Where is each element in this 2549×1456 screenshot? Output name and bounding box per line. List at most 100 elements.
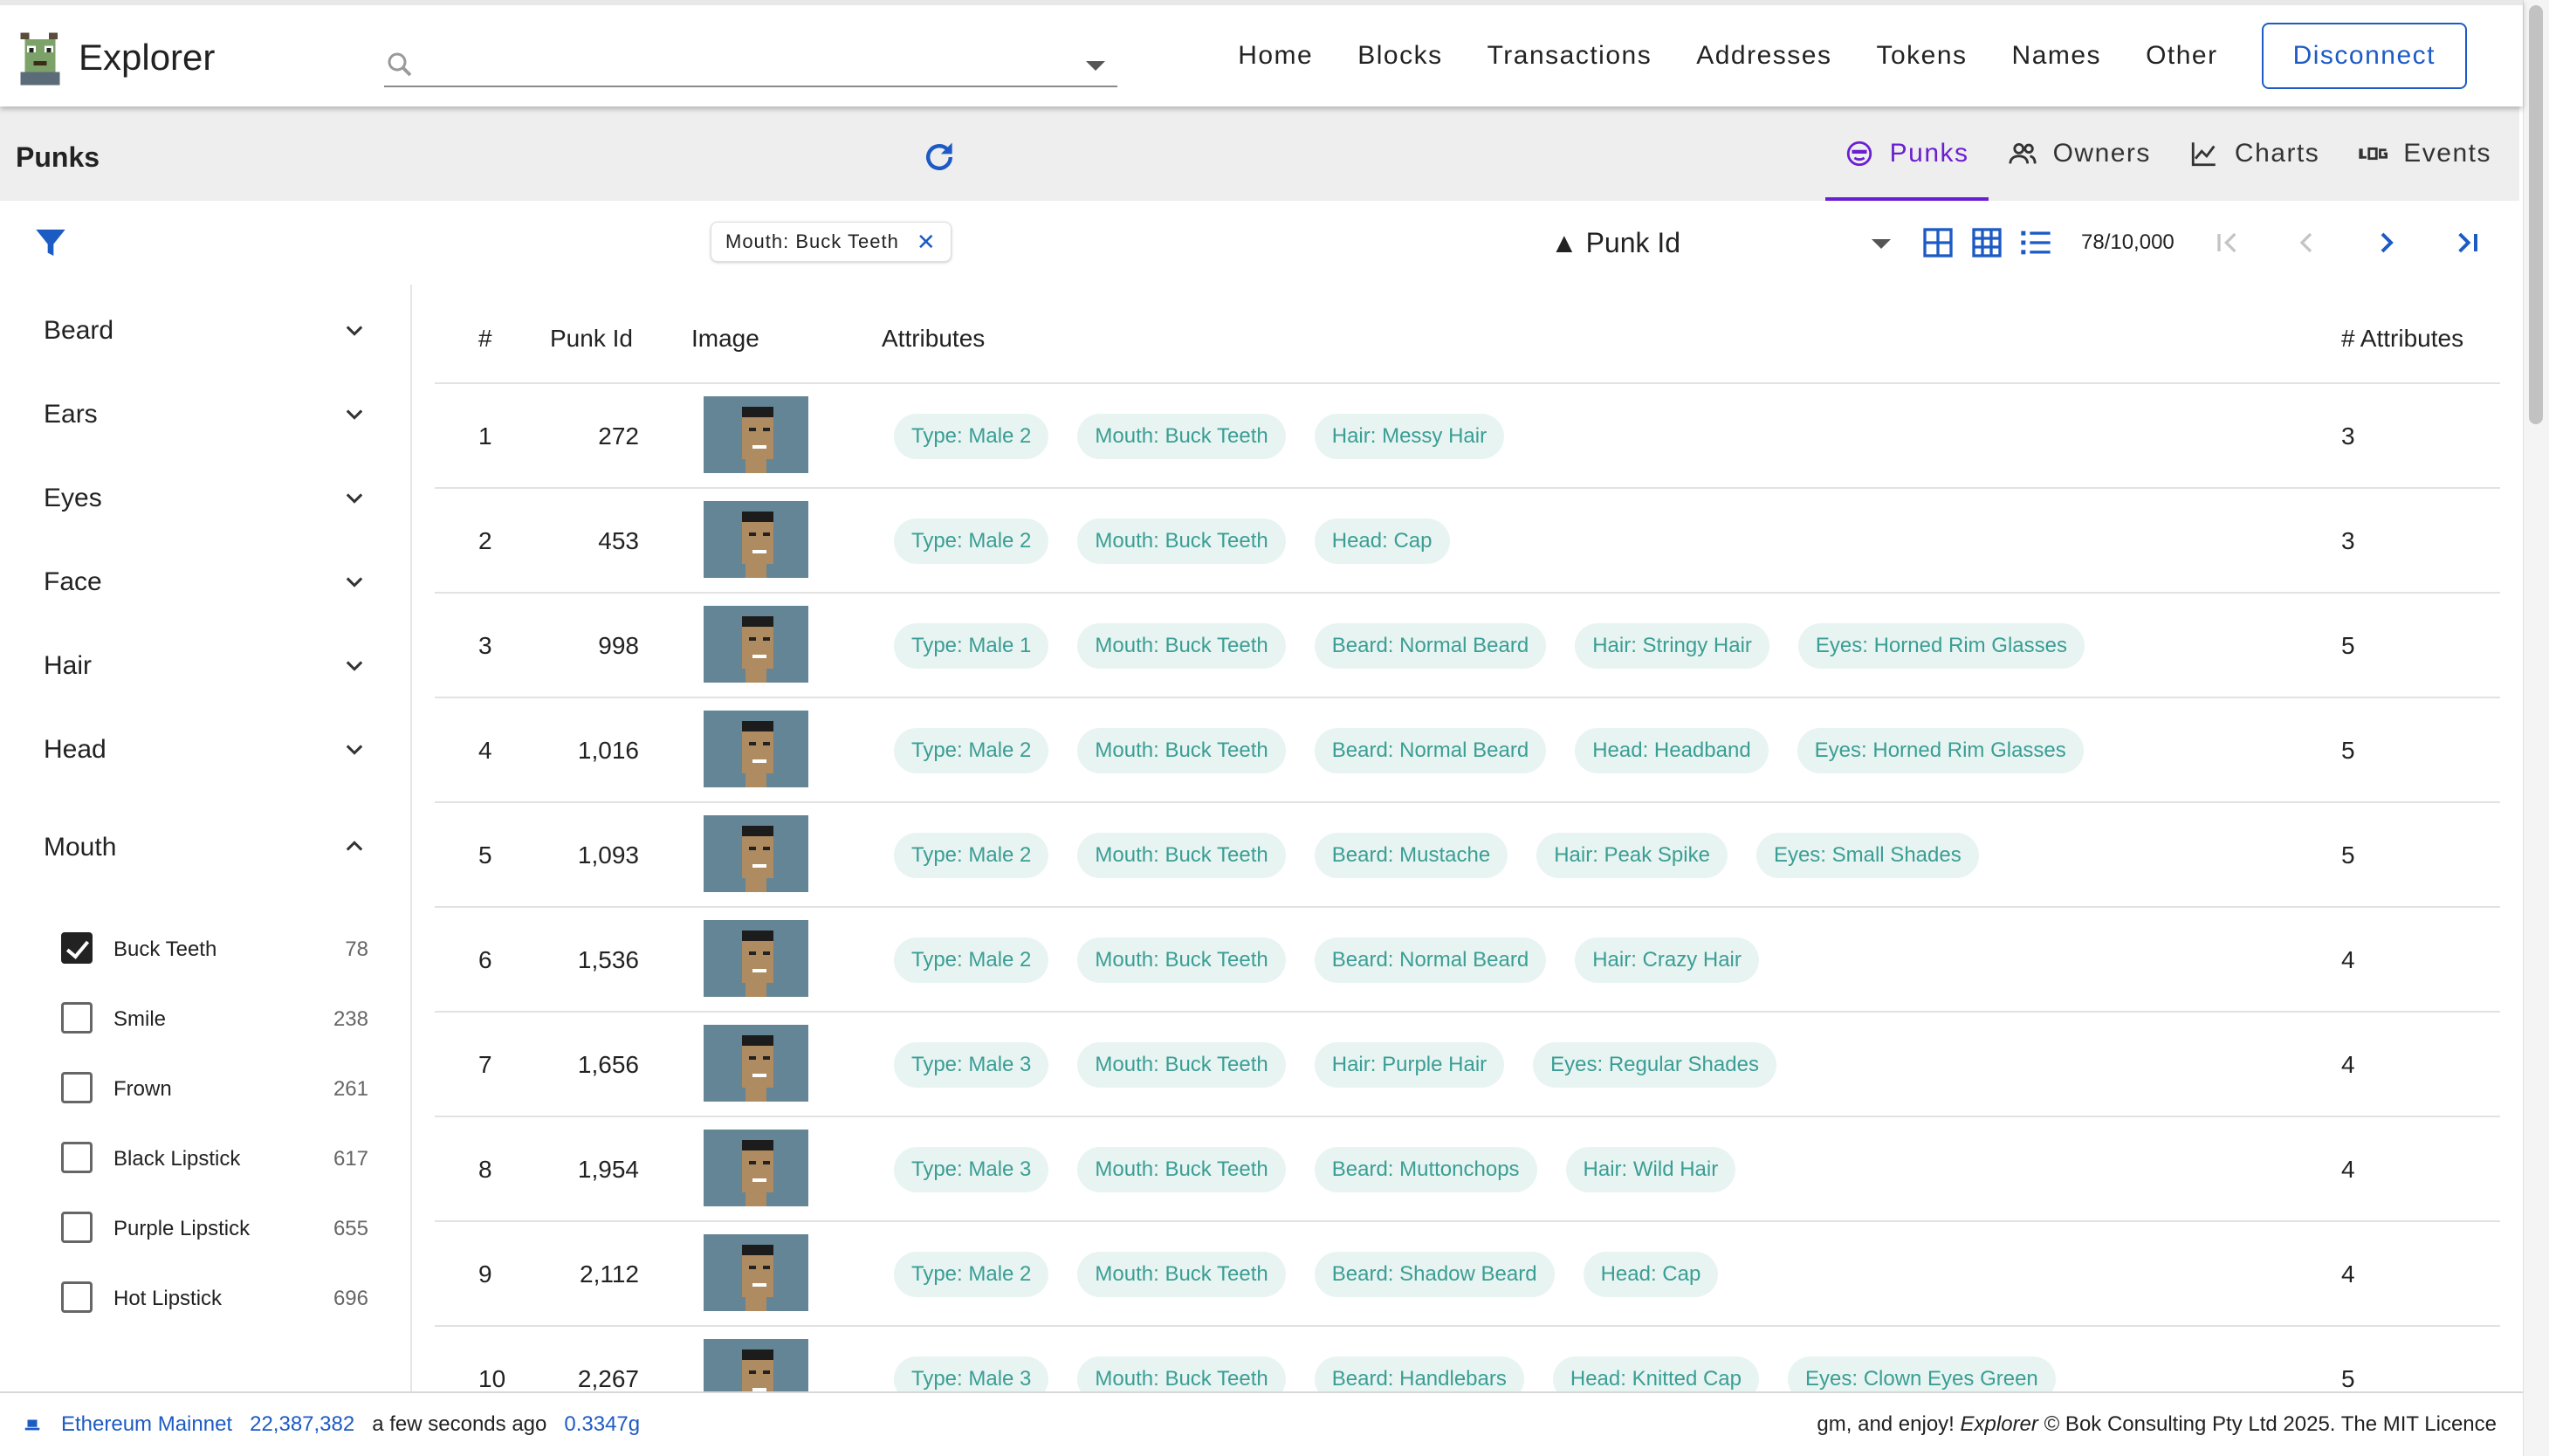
attribute-chip[interactable]: Type: Male 3 <box>894 1356 1049 1391</box>
punk-image[interactable] <box>704 606 808 683</box>
punk-image[interactable] <box>704 711 808 787</box>
punk-image[interactable] <box>704 920 808 997</box>
punk-image[interactable] <box>704 815 808 892</box>
previous-page-icon[interactable] <box>2289 225 2324 260</box>
attribute-chip[interactable]: Hair: Stringy Hair <box>1575 623 1769 669</box>
nav-transactions[interactable]: Transactions <box>1487 41 1652 71</box>
table-row[interactable]: 10 2,267 Type: Male 3 Mouth: Buck Teeth Bear… <box>435 1327 2500 1391</box>
attribute-chip[interactable]: Mouth: Buck Teeth <box>1077 519 1286 564</box>
attribute-chip[interactable]: Mouth: Buck Teeth <box>1077 1042 1286 1088</box>
filter-option-smile[interactable]: Smile 238 <box>61 1000 368 1039</box>
attribute-chip[interactable]: Mouth: Buck Teeth <box>1077 833 1286 878</box>
attribute-chip[interactable]: Beard: Mustache <box>1314 833 1508 878</box>
column-header-index[interactable]: # <box>478 325 492 353</box>
attribute-chip[interactable]: Beard: Normal Beard <box>1314 623 1547 669</box>
filter-group-beard[interactable]: Beard <box>44 307 367 351</box>
search-box[interactable] <box>384 44 1117 87</box>
attribute-chip[interactable]: Hair: Peak Spike <box>1536 833 1728 878</box>
filter-group-face[interactable]: Face <box>44 559 367 602</box>
checkbox[interactable] <box>61 1002 93 1034</box>
checkbox[interactable] <box>61 1212 93 1243</box>
attribute-chip[interactable]: Eyes: Small Shades <box>1755 833 1979 878</box>
filter-option-buck-teeth[interactable]: Buck Teeth 78 <box>61 931 368 969</box>
app-title[interactable]: Explorer <box>79 37 215 79</box>
row-punk-id[interactable]: 1,656 <box>550 1051 639 1079</box>
vertical-scrollbar[interactable] <box>2523 0 2549 1456</box>
attribute-chip[interactable]: Head: Cap <box>1583 1252 1719 1297</box>
row-punk-id[interactable]: 998 <box>550 632 639 660</box>
search-dropdown-icon[interactable] <box>1086 61 1105 71</box>
attribute-chip[interactable]: Beard: Shadow Beard <box>1314 1252 1555 1297</box>
filter-option-hot-lipstick[interactable]: Hot Lipstick 696 <box>61 1280 368 1318</box>
table-row[interactable]: 2 453 Type: Male 2 Mouth: Buck Teeth Head: C… <box>435 489 2500 594</box>
attribute-chip[interactable]: Type: Male 2 <box>894 833 1049 878</box>
disconnect-button[interactable]: Disconnect <box>2261 23 2467 89</box>
nav-addresses[interactable]: Addresses <box>1696 41 1831 71</box>
attribute-chip[interactable]: Type: Male 2 <box>894 414 1049 459</box>
filter-option-purple-lipstick[interactable]: Purple Lipstick 655 <box>61 1210 368 1248</box>
filter-group-mouth[interactable]: Mouth <box>44 824 367 868</box>
sort-select[interactable]: ▲ Punk Id <box>1542 222 1891 265</box>
row-punk-id[interactable]: 1,954 <box>550 1156 639 1184</box>
attribute-chip[interactable]: Eyes: Horned Rim Glasses <box>1797 728 2084 773</box>
attribute-chip[interactable]: Mouth: Buck Teeth <box>1077 623 1286 669</box>
last-page-icon[interactable] <box>2449 225 2484 260</box>
attribute-chip[interactable]: Head: Headband <box>1575 728 1769 773</box>
row-punk-id[interactable]: 1,536 <box>550 946 639 974</box>
attribute-chip[interactable]: Mouth: Buck Teeth <box>1077 414 1286 459</box>
search-input[interactable] <box>428 47 1056 82</box>
attribute-chip[interactable]: Eyes: Regular Shades <box>1533 1042 1776 1088</box>
punk-image[interactable] <box>704 1234 808 1311</box>
checkbox[interactable] <box>61 1281 93 1313</box>
attribute-chip[interactable]: Mouth: Buck Teeth <box>1077 1356 1286 1391</box>
nav-other[interactable]: Other <box>2146 41 2218 71</box>
attribute-chip[interactable]: Type: Male 2 <box>894 519 1049 564</box>
attribute-chip[interactable]: Type: Male 3 <box>894 1147 1049 1192</box>
attribute-chip[interactable]: Beard: Muttonchops <box>1314 1147 1537 1192</box>
punk-image[interactable] <box>704 1025 808 1102</box>
attribute-chip[interactable]: Mouth: Buck Teeth <box>1077 937 1286 983</box>
attribute-chip[interactable]: Mouth: Buck Teeth <box>1077 728 1286 773</box>
attribute-chip[interactable]: Type: Male 3 <box>894 1042 1049 1088</box>
table-row[interactable]: 1 272 Type: Male 2 Mouth: Buck Teeth Hair: M… <box>435 384 2500 489</box>
row-punk-id[interactable]: 453 <box>550 527 639 555</box>
attribute-chip[interactable]: Eyes: Horned Rim Glasses <box>1797 623 2085 669</box>
column-header-punk-id[interactable]: Punk Id <box>550 325 633 353</box>
table-row[interactable]: 5 1,093 Type: Male 2 Mouth: Buck Teeth Beard… <box>435 803 2500 908</box>
checkbox[interactable] <box>61 1142 93 1173</box>
attribute-chip[interactable]: Eyes: Clown Eyes Green <box>1788 1356 2056 1391</box>
filter-group-ears[interactable]: Ears <box>44 391 367 435</box>
close-icon[interactable]: ✕ <box>917 229 937 256</box>
filter-group-head[interactable]: Head <box>44 726 367 770</box>
row-punk-id[interactable]: 1,093 <box>550 841 639 869</box>
table-row[interactable]: 7 1,656 Type: Male 3 Mouth: Buck Teeth Hair:… <box>435 1013 2500 1117</box>
row-punk-id[interactable]: 272 <box>550 422 639 450</box>
table-row[interactable]: 4 1,016 Type: Male 2 Mouth: Buck Teeth Beard… <box>435 698 2500 803</box>
column-header-attribute-count[interactable]: # Attributes <box>2341 325 2463 353</box>
row-punk-id[interactable]: 1,016 <box>550 737 639 765</box>
punk-image[interactable] <box>704 396 808 473</box>
row-punk-id[interactable]: 2,267 <box>550 1365 639 1391</box>
row-punk-id[interactable]: 2,112 <box>550 1260 639 1288</box>
punk-image[interactable] <box>704 501 808 578</box>
filter-option-black-lipstick[interactable]: Black Lipstick 617 <box>61 1140 368 1178</box>
punk-image[interactable] <box>704 1339 808 1391</box>
attribute-chip[interactable]: Beard: Handlebars <box>1314 1356 1524 1391</box>
tab-events[interactable]: Events <box>2339 106 2511 201</box>
checkbox[interactable] <box>61 1072 93 1103</box>
punk-image[interactable] <box>704 1130 808 1206</box>
attribute-chip[interactable]: Hair: Wild Hair <box>1565 1147 1736 1192</box>
nav-tokens[interactable]: Tokens <box>1876 41 1967 71</box>
attribute-chip[interactable]: Beard: Normal Beard <box>1314 728 1547 773</box>
attribute-chip[interactable]: Type: Male 1 <box>894 623 1049 669</box>
attribute-chip[interactable]: Hair: Crazy Hair <box>1575 937 1759 983</box>
next-page-icon[interactable] <box>2369 225 2404 260</box>
filter-group-eyes[interactable]: Eyes <box>44 475 367 519</box>
punk-logo-icon[interactable] <box>14 28 66 86</box>
tab-punks[interactable]: Punks <box>1824 106 1989 201</box>
tab-charts[interactable]: Charts <box>2170 106 2339 201</box>
nav-home[interactable]: Home <box>1238 41 1313 71</box>
tab-owners[interactable]: Owners <box>1989 106 2170 201</box>
list-view-icon[interactable] <box>2018 225 2053 260</box>
attribute-chip[interactable]: Type: Male 2 <box>894 1252 1049 1297</box>
